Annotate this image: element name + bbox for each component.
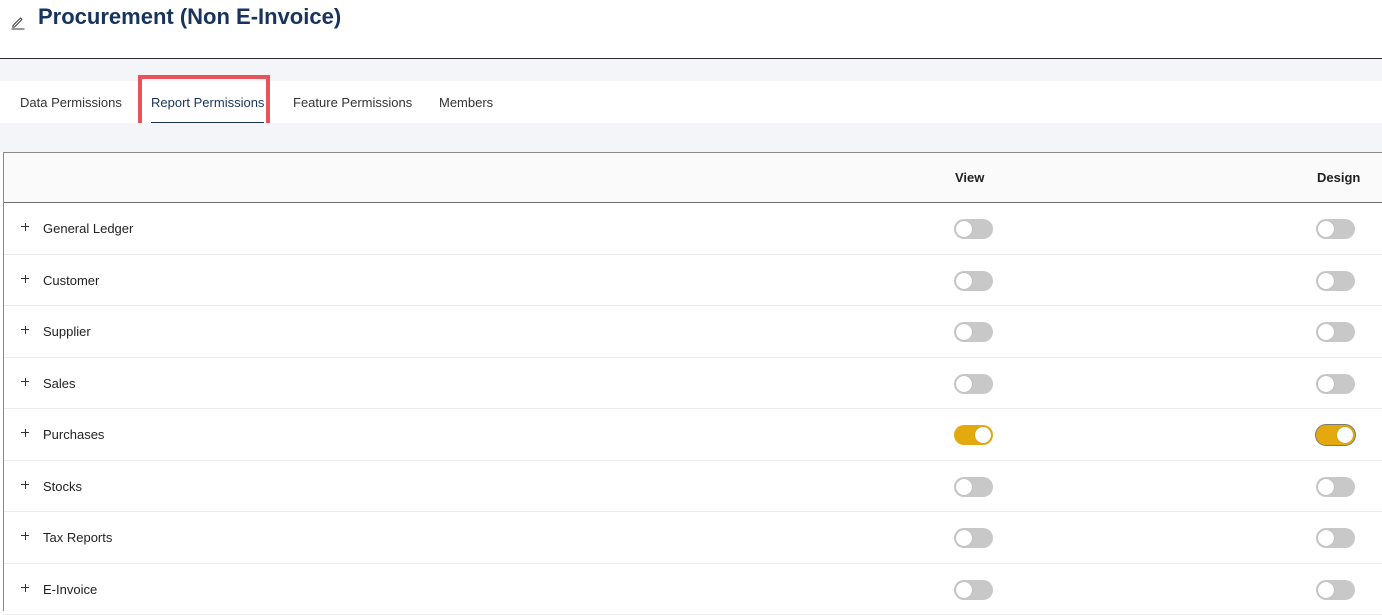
table-row-tax-reports: Tax Reports xyxy=(4,512,1382,564)
design-toggle-e-invoice[interactable] xyxy=(1316,580,1355,600)
toggle-knob xyxy=(1318,324,1334,340)
table-row-supplier: Supplier xyxy=(4,306,1382,358)
tab-report-permissions[interactable]: Report Permissions xyxy=(151,81,264,123)
toggle-knob xyxy=(1318,221,1334,237)
toggle-knob xyxy=(956,582,972,598)
table-row-purchases: Purchases xyxy=(4,409,1382,461)
toggle-knob xyxy=(1318,376,1334,392)
view-toggle-stocks[interactable] xyxy=(954,477,993,497)
expand-plus-icon[interactable] xyxy=(18,375,32,389)
view-toggle-purchases[interactable] xyxy=(954,425,993,445)
toggle-knob xyxy=(956,479,972,495)
row-label: Tax Reports xyxy=(43,512,112,563)
tab-report-permissions-label: Report Permissions xyxy=(151,95,264,110)
column-header-design: Design xyxy=(1317,153,1360,202)
tabs-top-spacer xyxy=(0,59,1382,81)
toggle-knob xyxy=(1318,273,1334,289)
table-row-general-ledger: General Ledger xyxy=(4,203,1382,255)
report-permissions-table: View Design General LedgerCustomerSuppli… xyxy=(3,152,1382,611)
row-label: Purchases xyxy=(43,409,104,460)
tab-data-permissions[interactable]: Data Permissions xyxy=(20,81,122,123)
table-row-customer: Customer xyxy=(4,255,1382,307)
tab-members[interactable]: Members xyxy=(439,81,493,123)
view-toggle-e-invoice[interactable] xyxy=(954,580,993,600)
view-toggle-general-ledger[interactable] xyxy=(954,219,993,239)
view-toggle-customer[interactable] xyxy=(954,271,993,291)
expand-plus-icon[interactable] xyxy=(18,426,32,440)
row-label: Stocks xyxy=(43,461,82,512)
toggle-knob xyxy=(956,376,972,392)
tab-bar: Data Permissions Report Permissions Feat… xyxy=(0,81,1382,123)
view-toggle-tax-reports[interactable] xyxy=(954,528,993,548)
table-header: View Design xyxy=(4,152,1382,203)
table-body: General LedgerCustomerSupplierSalesPurch… xyxy=(4,203,1382,615)
design-toggle-tax-reports[interactable] xyxy=(1316,528,1355,548)
table-row-stocks: Stocks xyxy=(4,461,1382,513)
tab-feature-permissions[interactable]: Feature Permissions xyxy=(293,81,412,123)
toggle-knob xyxy=(956,273,972,289)
table-row-sales: Sales xyxy=(4,358,1382,410)
pencil-icon[interactable] xyxy=(10,14,26,30)
toggle-knob xyxy=(956,530,972,546)
row-label: Supplier xyxy=(43,306,91,357)
row-label: Sales xyxy=(43,358,76,409)
design-toggle-supplier[interactable] xyxy=(1316,322,1355,342)
design-toggle-sales[interactable] xyxy=(1316,374,1355,394)
toggle-knob xyxy=(956,324,972,340)
expand-plus-icon[interactable] xyxy=(18,478,32,492)
view-toggle-supplier[interactable] xyxy=(954,322,993,342)
expand-plus-icon[interactable] xyxy=(18,323,32,337)
page-title: Procurement (Non E-Invoice) xyxy=(38,4,341,30)
column-header-view: View xyxy=(955,153,984,202)
toggle-knob xyxy=(1318,479,1334,495)
row-label: Customer xyxy=(43,255,99,306)
table-row-e-invoice: E-Invoice xyxy=(4,564,1382,615)
toggle-knob xyxy=(956,221,972,237)
expand-plus-icon[interactable] xyxy=(18,529,32,543)
design-toggle-general-ledger[interactable] xyxy=(1316,219,1355,239)
toggle-knob xyxy=(1318,530,1334,546)
design-toggle-customer[interactable] xyxy=(1316,271,1355,291)
toggle-knob xyxy=(1337,427,1353,443)
expand-plus-icon[interactable] xyxy=(18,272,32,286)
row-label: General Ledger xyxy=(43,203,133,254)
page-header: Procurement (Non E-Invoice) xyxy=(0,0,1382,59)
expand-plus-icon[interactable] xyxy=(18,581,32,595)
toggle-knob xyxy=(975,427,991,443)
design-toggle-purchases[interactable] xyxy=(1316,425,1355,445)
expand-plus-icon[interactable] xyxy=(18,220,32,234)
design-toggle-stocks[interactable] xyxy=(1316,477,1355,497)
row-label: E-Invoice xyxy=(43,564,97,615)
toggle-knob xyxy=(1318,582,1334,598)
view-toggle-sales[interactable] xyxy=(954,374,993,394)
tabs-bottom-spacer xyxy=(0,123,1382,152)
